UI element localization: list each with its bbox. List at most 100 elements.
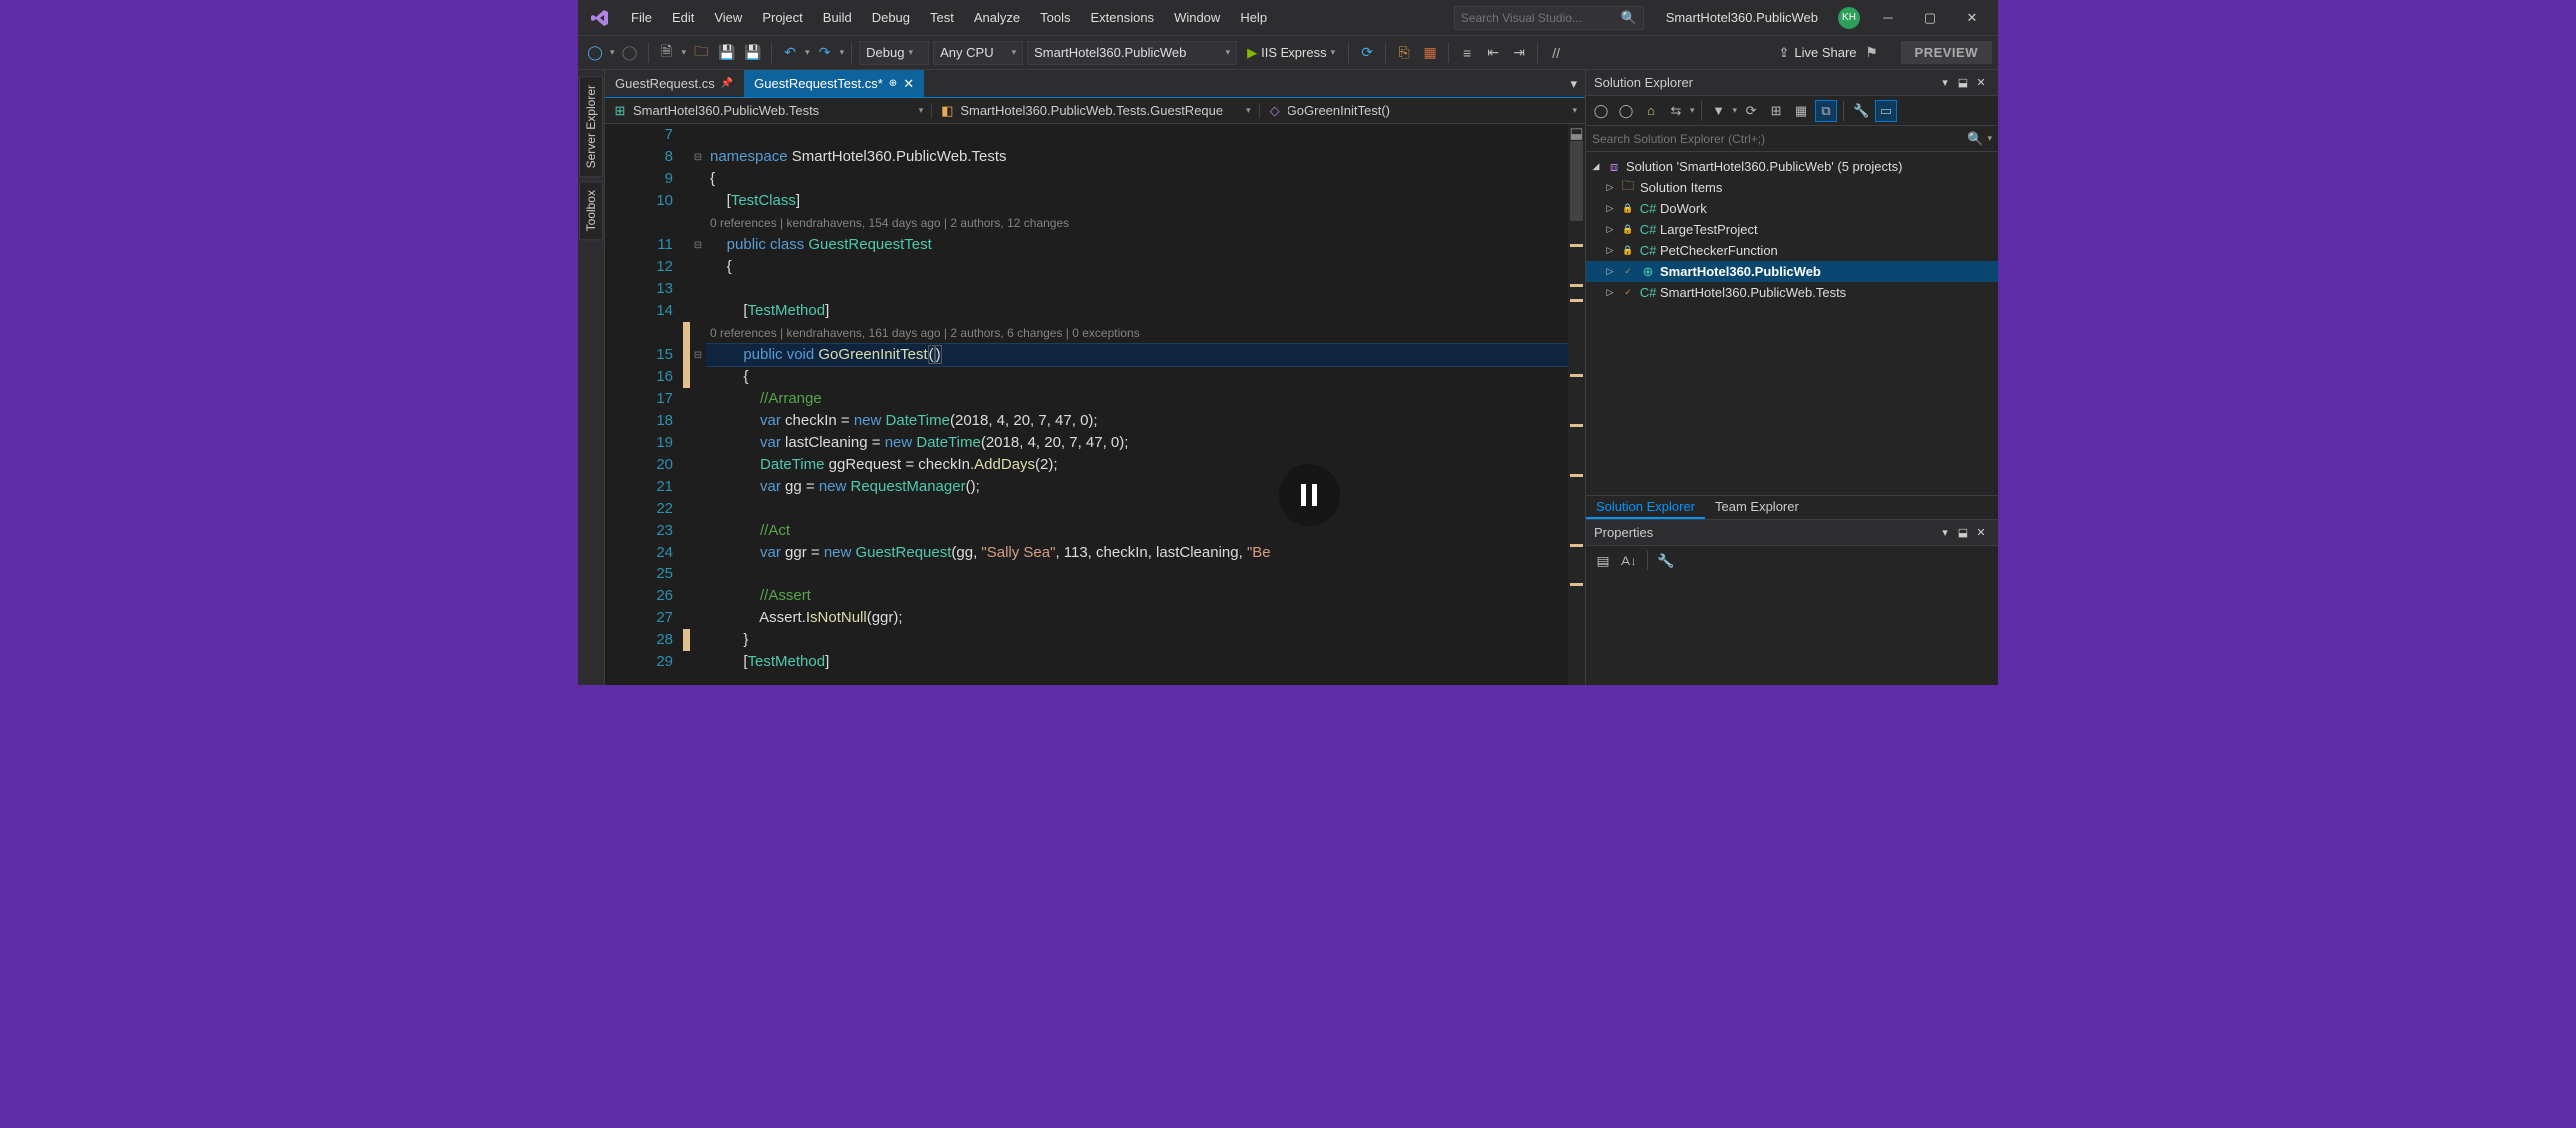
menu-analyze[interactable]: Analyze: [965, 6, 1029, 29]
menu-debug[interactable]: Debug: [863, 6, 919, 29]
tree-item-dowork[interactable]: ▷ 🔒 C# DoWork: [1586, 198, 1998, 219]
tab-solution-explorer[interactable]: Solution Explorer: [1586, 496, 1705, 519]
configuration-dropdown[interactable]: Debug▾: [859, 41, 929, 65]
account-badge[interactable]: KH: [1838, 7, 1860, 29]
maximize-button[interactable]: ▢: [1910, 4, 1950, 32]
preview-icon[interactable]: ▭: [1875, 100, 1897, 122]
menu-help[interactable]: Help: [1231, 6, 1276, 29]
extension-icon[interactable]: ▦: [1419, 42, 1441, 64]
panel-options-icon[interactable]: ▾: [1936, 74, 1954, 92]
tab-guestrequesttest[interactable]: GuestRequestTest.cs* ⊕ ✕: [744, 70, 925, 97]
wrench-icon[interactable]: 🔧: [1655, 550, 1677, 571]
save-icon[interactable]: 💾: [716, 42, 738, 64]
codelens[interactable]: 0 references | kendrahavens, 161 days ag…: [706, 322, 1568, 344]
expand-icon[interactable]: ▷: [1604, 266, 1616, 277]
open-file-icon[interactable]: 🗀: [690, 42, 712, 64]
new-project-icon[interactable]: 🗎: [656, 42, 678, 64]
fold-toggle[interactable]: ⊟: [690, 234, 706, 256]
nav-forward-icon[interactable]: ◯: [619, 42, 641, 64]
fold-toggle[interactable]: ⊟: [690, 146, 706, 168]
comment-icon[interactable]: //: [1545, 42, 1567, 64]
filter-icon[interactable]: ▼: [1708, 100, 1730, 122]
nav-back-icon[interactable]: ◯: [584, 42, 606, 64]
quick-launch-input[interactable]: [1461, 11, 1621, 25]
tree-solution-root[interactable]: ◢ ⧈ Solution 'SmartHotel360.PublicWeb' (…: [1586, 156, 1998, 177]
menu-window[interactable]: Window: [1165, 6, 1229, 29]
menu-test[interactable]: Test: [921, 6, 963, 29]
split-editor-icon[interactable]: ⬓: [1568, 124, 1585, 141]
scroll-thumb[interactable]: [1570, 141, 1583, 221]
solution-search[interactable]: 🔍▾: [1586, 126, 1998, 152]
pin-icon[interactable]: ⬓: [1954, 74, 1972, 92]
forward-icon[interactable]: ◯: [1615, 100, 1637, 122]
menu-view[interactable]: View: [705, 6, 751, 29]
tree-item-petchecker[interactable]: ▷ 🔒 C# PetCheckerFunction: [1586, 240, 1998, 261]
expand-icon[interactable]: ▷: [1604, 203, 1616, 214]
back-icon[interactable]: ◯: [1590, 100, 1612, 122]
menu-project[interactable]: Project: [753, 6, 811, 29]
tab-overflow-button[interactable]: ▾: [1562, 70, 1585, 97]
live-share-button[interactable]: ⇪Live Share: [1778, 45, 1856, 61]
preview-badge[interactable]: PREVIEW: [1901, 41, 1992, 64]
save-all-icon[interactable]: 💾: [742, 42, 764, 64]
home-icon[interactable]: ⌂: [1640, 100, 1662, 122]
menu-build[interactable]: Build: [814, 6, 861, 29]
refresh-icon[interactable]: ⟳: [1356, 42, 1378, 64]
menu-tools[interactable]: Tools: [1031, 6, 1079, 29]
startup-project-dropdown[interactable]: SmartHotel360.PublicWeb▾: [1027, 41, 1237, 65]
close-button[interactable]: ✕: [1952, 4, 1992, 32]
undo-icon[interactable]: ↶: [779, 42, 801, 64]
browser-link-icon[interactable]: ⎘: [1393, 42, 1415, 64]
indent-in-icon[interactable]: ⇥: [1508, 42, 1530, 64]
panel-options-icon[interactable]: ▾: [1936, 524, 1954, 542]
view-code-icon[interactable]: ⧉: [1815, 100, 1837, 122]
menu-file[interactable]: File: [622, 6, 661, 29]
properties-grid[interactable]: [1586, 575, 1998, 685]
refresh-icon[interactable]: ⟳: [1740, 100, 1762, 122]
close-icon[interactable]: ✕: [1972, 524, 1990, 542]
nav-back-chevron-icon[interactable]: ▾: [610, 47, 615, 58]
quick-launch-search[interactable]: 🔍: [1454, 6, 1644, 30]
pin-icon[interactable]: 📌: [721, 78, 733, 89]
align-icon[interactable]: ≡: [1456, 42, 1478, 64]
expand-icon[interactable]: ◢: [1590, 161, 1602, 172]
vertical-scrollbar[interactable]: ⬓ ▴: [1568, 124, 1585, 685]
tab-guestrequest[interactable]: GuestRequest.cs 📌: [605, 70, 744, 97]
close-icon[interactable]: ✕: [1972, 74, 1990, 92]
nav-project-dropdown[interactable]: ⊞ SmartHotel360.PublicWeb.Tests▾: [605, 103, 932, 118]
solution-search-input[interactable]: [1592, 132, 1967, 146]
solution-tree[interactable]: ◢ ⧈ Solution 'SmartHotel360.PublicWeb' (…: [1586, 152, 1998, 495]
minimize-button[interactable]: ─: [1868, 4, 1908, 32]
tree-item-largetest[interactable]: ▷ 🔒 C# LargeTestProject: [1586, 219, 1998, 240]
toolbox-tab[interactable]: Toolbox: [579, 181, 603, 240]
codelens[interactable]: 0 references | kendrahavens, 154 days ag…: [706, 212, 1568, 234]
sync-icon[interactable]: ⇆: [1665, 100, 1687, 122]
expand-icon[interactable]: ▷: [1604, 182, 1616, 193]
expand-icon[interactable]: ▷: [1604, 245, 1616, 256]
start-debugging-button[interactable]: ▶ IIS Express▾: [1241, 45, 1341, 61]
nav-method-dropdown[interactable]: ◇ GoGreenInitTest()▾: [1260, 103, 1585, 118]
tree-item-publicweb[interactable]: ▷ ✓ ⊕ SmartHotel360.PublicWeb: [1586, 261, 1998, 282]
expand-icon[interactable]: ▷: [1604, 287, 1616, 298]
tree-item-solution-items[interactable]: ▷ 🗀 Solution Items: [1586, 177, 1998, 198]
categorized-icon[interactable]: ▤: [1592, 550, 1614, 571]
video-pause-overlay-icon[interactable]: [1279, 464, 1340, 526]
fold-toggle[interactable]: ⊟: [690, 344, 706, 366]
alphabetical-icon[interactable]: A↓: [1618, 550, 1640, 571]
feedback-icon[interactable]: ⚑: [1861, 42, 1883, 64]
server-explorer-tab[interactable]: Server Explorer: [579, 76, 603, 177]
expand-icon[interactable]: ▷: [1604, 224, 1616, 235]
indent-out-icon[interactable]: ⇤: [1482, 42, 1504, 64]
tree-item-tests[interactable]: ▷ ✓ C# SmartHotel360.PublicWeb.Tests: [1586, 282, 1998, 303]
redo-icon[interactable]: ↷: [814, 42, 836, 64]
nav-class-dropdown[interactable]: ◧ SmartHotel360.PublicWeb.Tests.GuestReq…: [932, 103, 1259, 118]
menu-extensions[interactable]: Extensions: [1081, 6, 1163, 29]
show-all-icon[interactable]: ▦: [1790, 100, 1812, 122]
menu-edit[interactable]: Edit: [663, 6, 703, 29]
collapse-all-icon[interactable]: ⊞: [1765, 100, 1787, 122]
tab-team-explorer[interactable]: Team Explorer: [1705, 496, 1809, 519]
close-icon[interactable]: ✕: [903, 76, 914, 92]
pin-icon[interactable]: ⊕: [889, 78, 897, 89]
platform-dropdown[interactable]: Any CPU▾: [933, 41, 1023, 65]
code-editor[interactable]: 7 8 9 10 11 12 13 14 15 16 17 18 19 20 2…: [605, 124, 1585, 685]
